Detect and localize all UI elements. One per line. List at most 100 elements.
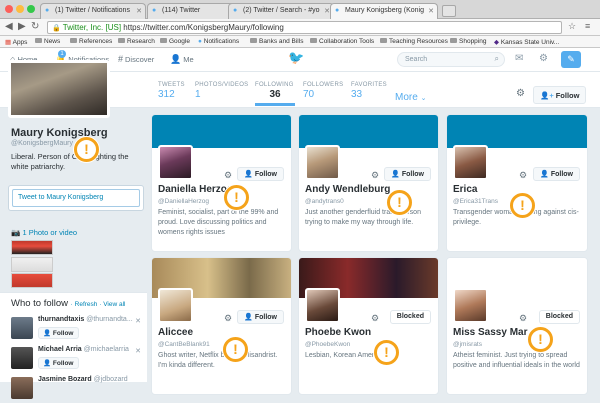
follow-button[interactable]: 👤 Follow	[237, 310, 284, 324]
refresh-link[interactable]: Refresh	[75, 301, 98, 308]
user-card: ⚙ 👤 Follow Erica @Erica31Trans Transgende…	[446, 114, 588, 252]
nav-discover[interactable]: # Discover	[118, 54, 154, 64]
close-tab-icon[interactable]: ✕	[428, 7, 434, 15]
card-handle[interactable]: @andytrans0	[305, 198, 344, 205]
bookmark-apps[interactable]: ▦ Apps	[5, 38, 27, 46]
bookmark-shopping[interactable]: Shopping	[450, 38, 486, 45]
browser-tab-4-active[interactable]: ● Maury Konigsberg (Konig ✕	[330, 3, 438, 19]
tweet-to-button[interactable]: Tweet to Maury Konigsberg	[12, 189, 140, 207]
reload-icon[interactable]: ↻	[31, 21, 39, 32]
forward-arrow-icon[interactable]: ▶	[18, 21, 26, 32]
maximize-window-button[interactable]	[27, 5, 35, 13]
bookmark-news[interactable]: News	[35, 38, 60, 45]
avatar[interactable]	[305, 288, 340, 323]
menu-icon[interactable]: ≡	[585, 21, 590, 31]
media-thumbnail[interactable]	[11, 273, 53, 288]
url-input[interactable]: 🔒 Twitter, Inc. [US] https://twitter.com…	[47, 21, 562, 34]
nav-me[interactable]: 👤 Me	[170, 54, 194, 65]
avatar[interactable]	[158, 288, 193, 323]
card-handle[interactable]: @CantBeBlank91	[158, 341, 210, 348]
add-person-icon: 👤	[244, 171, 253, 178]
avatar[interactable]	[453, 145, 488, 180]
bookmark-banks[interactable]: Banks and Bills	[250, 38, 303, 45]
minimize-window-button[interactable]	[16, 5, 24, 13]
gear-icon[interactable]: ⚙	[224, 313, 232, 324]
stat-photos[interactable]: PHOTOS/VIDEOS 1	[195, 82, 248, 100]
follow-button[interactable]: 👤 Follow	[384, 167, 431, 181]
browser-tab-1[interactable]: ● (1) Twitter / Notifications ✕	[40, 3, 146, 19]
warning-icon: !	[528, 327, 553, 352]
gear-icon[interactable]: ⚙	[371, 170, 379, 181]
avatar[interactable]	[11, 377, 33, 399]
card-name[interactable]: Phoebe Kwon	[305, 327, 371, 338]
close-window-button[interactable]	[5, 5, 13, 13]
card-handle[interactable]: @jmisrats	[453, 341, 482, 348]
suggestion-item: Michael Arria @michaelarria 👤 Follow ✕	[11, 345, 141, 373]
stat-favorites[interactable]: FAVORITES 33	[351, 82, 387, 100]
person-icon: 👤	[170, 54, 182, 64]
compose-tweet-button[interactable]: ✎	[561, 51, 581, 68]
gear-icon[interactable]: ⚙	[519, 313, 527, 324]
card-handle[interactable]: @Erica31Trans	[453, 198, 498, 205]
follow-button[interactable]: 👤 Follow	[237, 167, 284, 181]
bookmark-collaboration[interactable]: Collaboration Tools	[310, 38, 374, 45]
add-person-icon: 👤	[540, 171, 549, 178]
profile-gear-icon[interactable]: ⚙	[516, 88, 525, 99]
media-thumbnail[interactable]	[11, 240, 53, 255]
card-handle[interactable]: @DaniellaHerzog	[158, 198, 209, 205]
avatar[interactable]	[305, 145, 340, 180]
chevron-down-icon: ⌄	[420, 95, 427, 102]
settings-gear-icon[interactable]: ⚙	[539, 53, 548, 64]
view-all-link[interactable]: View all	[103, 301, 125, 308]
follow-profile-button[interactable]: 👤+ Follow	[533, 86, 587, 104]
close-tab-icon[interactable]: ✕	[136, 7, 142, 15]
warning-icon: !	[223, 337, 248, 362]
dismiss-icon[interactable]: ✕	[135, 317, 141, 325]
card-name[interactable]: Daniella Herzog	[158, 184, 233, 195]
card-name[interactable]: Erica	[453, 184, 477, 195]
bookmark-references[interactable]: References	[70, 38, 112, 45]
twitter-logo-icon[interactable]: 🐦	[288, 51, 304, 64]
card-name[interactable]: Aliccee	[158, 327, 193, 338]
more-dropdown[interactable]: More ⌄	[395, 92, 426, 103]
bookmark-google[interactable]: Google	[160, 38, 190, 45]
back-arrow-icon[interactable]: ◀	[5, 21, 13, 32]
blocked-button[interactable]: Blocked	[389, 310, 431, 324]
dismiss-icon[interactable]: ✕	[135, 347, 141, 355]
gear-icon[interactable]: ⚙	[224, 170, 232, 181]
search-icon[interactable]: ⌕	[495, 54, 499, 64]
avatar[interactable]	[11, 317, 33, 339]
blocked-button[interactable]: Blocked	[538, 310, 580, 324]
card-handle[interactable]: @PhoebeKwon	[305, 341, 350, 348]
lock-icon: 🔒	[52, 25, 61, 32]
who-to-follow-panel: Who to follow · Refresh · View all thurn…	[0, 292, 147, 399]
stat-following[interactable]: FOLLOWING 36	[255, 82, 295, 106]
avatar[interactable]	[158, 145, 193, 180]
bookmark-notifications[interactable]: ● Notifications	[198, 38, 239, 45]
avatar[interactable]	[453, 288, 488, 323]
gear-icon[interactable]: ⚙	[519, 170, 527, 181]
card-bio: Feminist, socialist, part of the 99% and…	[158, 209, 279, 236]
bookmark-kstate[interactable]: ◆ Kansas State Univ...	[494, 38, 559, 46]
profile-avatar[interactable]	[8, 60, 110, 118]
bookmark-research[interactable]: Research	[118, 38, 155, 45]
media-thumbnail[interactable]	[11, 257, 53, 272]
photos-videos-link[interactable]: 📷 1 Photo or video	[11, 228, 77, 237]
search-input[interactable]: Search ⌕	[397, 52, 505, 67]
messages-icon[interactable]: ✉	[515, 53, 523, 64]
stat-followers[interactable]: FOLLOWERS 70	[303, 82, 343, 100]
stat-tweets[interactable]: TWEETS 312	[158, 82, 185, 100]
card-bio: Atheist feminist. Just trying to spread …	[453, 352, 580, 369]
card-name[interactable]: Andy Wendleburg	[305, 184, 390, 195]
bookmark-teaching[interactable]: Teaching Resources	[380, 38, 448, 45]
follow-button[interactable]: 👤 Follow	[38, 357, 79, 369]
profile-handle[interactable]: @KonigsbergMaury	[11, 140, 73, 147]
follow-button[interactable]: 👤 Follow	[533, 167, 580, 181]
avatar[interactable]	[11, 347, 33, 369]
follow-button[interactable]: 👤 Follow	[38, 327, 79, 339]
gear-icon[interactable]: ⚙	[371, 313, 379, 324]
new-tab-button[interactable]	[442, 5, 456, 17]
star-bookmark-icon[interactable]: ☆	[568, 21, 576, 32]
browser-tab-3[interactable]: ● (2) Twitter / Search - #yo ✕	[228, 3, 334, 19]
card-name[interactable]: Miss Sassy Mar	[453, 327, 528, 338]
